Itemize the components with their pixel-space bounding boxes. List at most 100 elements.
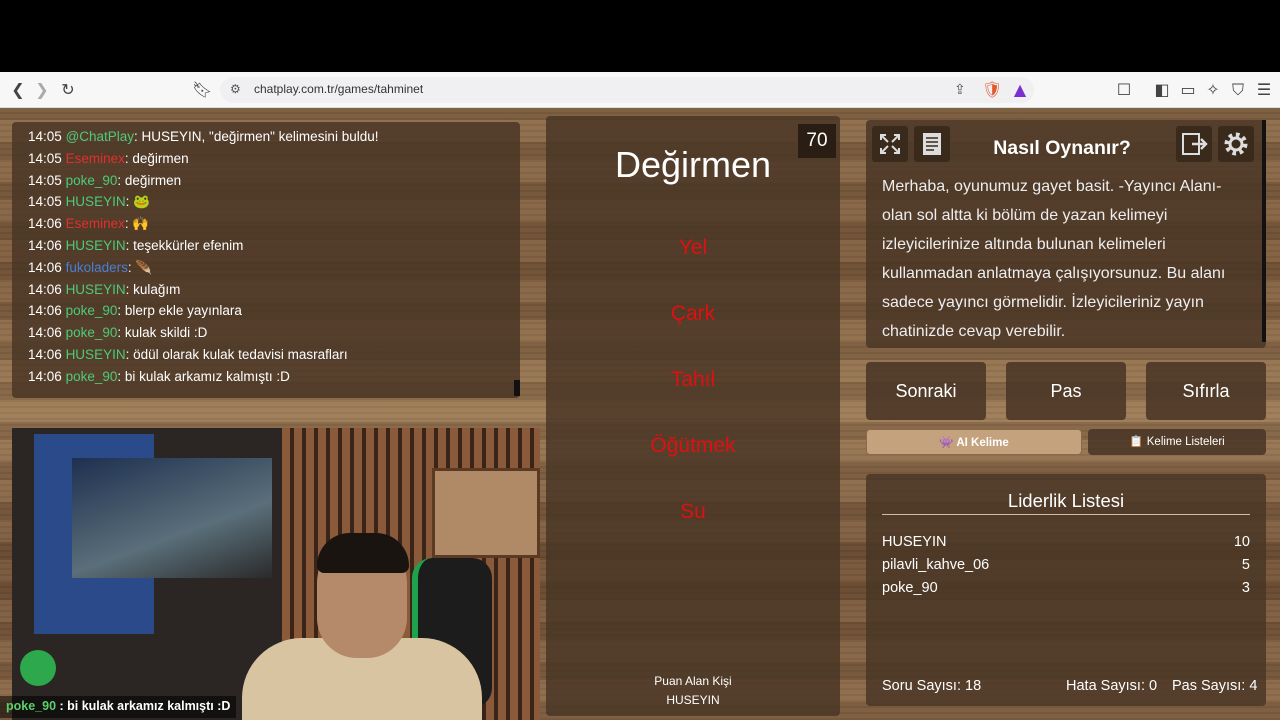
chat-message: 14:05 @ChatPlay: HUSEYIN, "değirmen" kel… [28, 126, 520, 148]
chat-message: 14:06 HUSEYIN: ödül olarak kulak tedavis… [28, 344, 520, 366]
chat-text: : 🙌 [124, 216, 150, 232]
pass-button[interactable]: Pas [1006, 362, 1126, 420]
chat-message: 14:05 HUSEYIN: 🐸 [28, 191, 520, 213]
player-points: 5 [1241, 557, 1250, 573]
chat-text: : değirmen [117, 172, 182, 188]
chat-username[interactable]: HUSEYIN [66, 282, 126, 297]
forbidden-word: Çark [670, 302, 716, 325]
poster [72, 458, 272, 578]
chat-text: : 🪶 [127, 259, 153, 275]
how-to-play-panel: Nasıl Oynanır? Merhaba, oyunumuz gayet b… [866, 120, 1266, 348]
chat-message: 14:06 poke_90: kulak skildi :D [28, 322, 520, 344]
chat-timestamp: 14:06 [28, 346, 62, 362]
chat-username[interactable]: @ChatPlay [66, 129, 134, 144]
target-word: Değirmen [614, 144, 772, 185]
forward-icon[interactable]: ❯ [32, 80, 52, 100]
webcam-feed [12, 428, 540, 720]
wallet-icon[interactable]: ▭ [1178, 80, 1198, 100]
leaderboard-row: HUSEYIN 10 [882, 534, 1250, 556]
chat-timestamp: 14:06 [28, 368, 62, 384]
chat-timestamp: 14:06 [28, 303, 62, 319]
ai-word-tab[interactable]: 👾 AI Kelime [866, 429, 1082, 455]
logout-icon[interactable] [1176, 126, 1212, 162]
word-lists-tab[interactable]: 📋 Kelime Listeleri [1088, 429, 1266, 455]
chat-text: : kulağım [125, 281, 181, 297]
chat-username[interactable]: HUSEYIN [66, 347, 126, 362]
leo-icon[interactable]: ✧ [1203, 80, 1223, 100]
chat-message: 14:05 poke_90: değirmen [28, 170, 520, 192]
leaderboard-title: Liderlik Listesi [1007, 490, 1125, 511]
error-count: Hata Sayısı: 0 [1066, 678, 1158, 694]
url-text[interactable]: chatplay.com.tr/games/tahminet [254, 82, 423, 96]
player-points: 3 [1241, 580, 1250, 596]
next-button[interactable]: Sonraki [866, 362, 986, 420]
chat-username[interactable]: Eseminex [66, 216, 125, 231]
forbidden-word: Yel [678, 236, 708, 259]
reload-icon[interactable]: ↻ [58, 80, 78, 100]
chat-timestamp: 14:05 [28, 194, 62, 210]
scorer-label: Puan Alan Kişi [654, 674, 732, 688]
scrollbar[interactable] [1262, 120, 1266, 342]
chat-username[interactable]: HUSEYIN [66, 238, 126, 253]
black-bar [0, 0, 1280, 72]
chat-message: 14:06 fukoladers: 🪶 [28, 257, 520, 279]
leaderboard-row: poke_90 3 [882, 580, 1250, 602]
back-icon[interactable]: ❮ [8, 80, 28, 100]
menu-icon[interactable]: ☰ [1254, 80, 1274, 100]
reader-icon[interactable]: ☐ [1114, 80, 1134, 100]
chat-text: : ödül olarak kulak tedavisi masrafları [125, 346, 348, 362]
browser-toolbar: ❮ ❯ ↻ 🔖︎ ⚙ chatplay.com.tr/games/tahmine… [0, 72, 1280, 108]
address-bar[interactable]: ⚙ chatplay.com.tr/games/tahminet ⇪ [220, 77, 1034, 103]
chat-message: 14:05 Eseminex: değirmen [28, 148, 520, 170]
divider [882, 514, 1250, 515]
chat-timestamp: 14:05 [28, 150, 62, 166]
site-info-icon[interactable]: ⚙ [230, 82, 241, 96]
chat-username[interactable]: poke_90 [66, 303, 118, 318]
leaderboard-panel: Liderlik Listesi HUSEYIN 10 pilavli_kahv… [866, 474, 1266, 706]
chat-panel: 14:05 @ChatPlay: HUSEYIN, "değirmen" kel… [12, 122, 520, 398]
chat-text: : bi kulak arkamız kalmıştı :D [117, 368, 290, 384]
forbidden-word: Tahıl [670, 368, 716, 391]
status-dot [20, 650, 56, 686]
chat-timestamp: 14:06 [28, 216, 62, 232]
photo-board [432, 468, 540, 558]
chat-text: : 🐸 [125, 194, 150, 210]
question-count: Soru Sayısı: 18 [882, 678, 982, 694]
scorer-name: HUSEYIN [666, 693, 720, 707]
share-icon[interactable]: ⇪ [954, 82, 966, 98]
vpn-icon[interactable]: ⛉ [1228, 80, 1248, 100]
chat-timestamp: 14:05 [28, 172, 62, 188]
chat-username[interactable]: HUSEYIN [66, 194, 126, 209]
chat-timestamp: 14:06 [28, 325, 62, 341]
chat-username[interactable]: poke_90 [66, 369, 118, 384]
player-name: pilavli_kahve_06 [882, 557, 990, 573]
chat-timestamp: 14:06 [28, 281, 62, 297]
streamer-hair [317, 533, 409, 573]
chat-text: : HUSEYIN, "değirmen" kelimesini buldu! [134, 129, 379, 144]
brave-shield-icon[interactable]: 🛡︎ [982, 80, 1002, 100]
sidebar-icon[interactable]: ◧ [1152, 80, 1172, 100]
settings-icon[interactable] [1218, 126, 1254, 162]
chat-username[interactable]: poke_90 [66, 173, 118, 188]
chat-message: 14:06 Eseminex: 🙌 [28, 213, 520, 235]
chat-text: : teşekkürler efenim [125, 237, 244, 253]
chat-timestamp: 14:05 [28, 129, 62, 144]
chat-message: 14:06 HUSEYIN: teşekkürler efenim [28, 235, 520, 257]
stream-chat-caption: poke_90 : bi kulak arkamız kalmıştı :D [0, 696, 237, 718]
caption-user: poke_90 [6, 699, 57, 713]
chat-username[interactable]: Eseminex [66, 151, 125, 166]
chat-scrollbar[interactable] [514, 380, 520, 396]
brave-rewards-icon[interactable]: ▲ [1010, 80, 1030, 100]
chat-text: : değirmen [124, 150, 189, 166]
chat-username[interactable]: fukoladers [66, 260, 128, 275]
player-points: 10 [1233, 534, 1250, 550]
reset-button[interactable]: Sıfırla [1146, 362, 1266, 420]
chat-message: 14:06 HUSEYIN: kulağım [28, 279, 520, 301]
word-card: 70 Değirmen Yel Çark Tahıl Öğütmek Su Pu… [546, 116, 840, 716]
player-name: poke_90 [882, 580, 938, 596]
chat-message: 14:06 poke_90: bi kulak arkamız kalmıştı… [28, 366, 520, 388]
forbidden-word: Öğütmek [650, 434, 736, 457]
chat-timestamp: 14:06 [28, 237, 62, 253]
chat-username[interactable]: poke_90 [66, 325, 118, 340]
bookmark-icon[interactable]: 🔖︎ [192, 80, 212, 100]
